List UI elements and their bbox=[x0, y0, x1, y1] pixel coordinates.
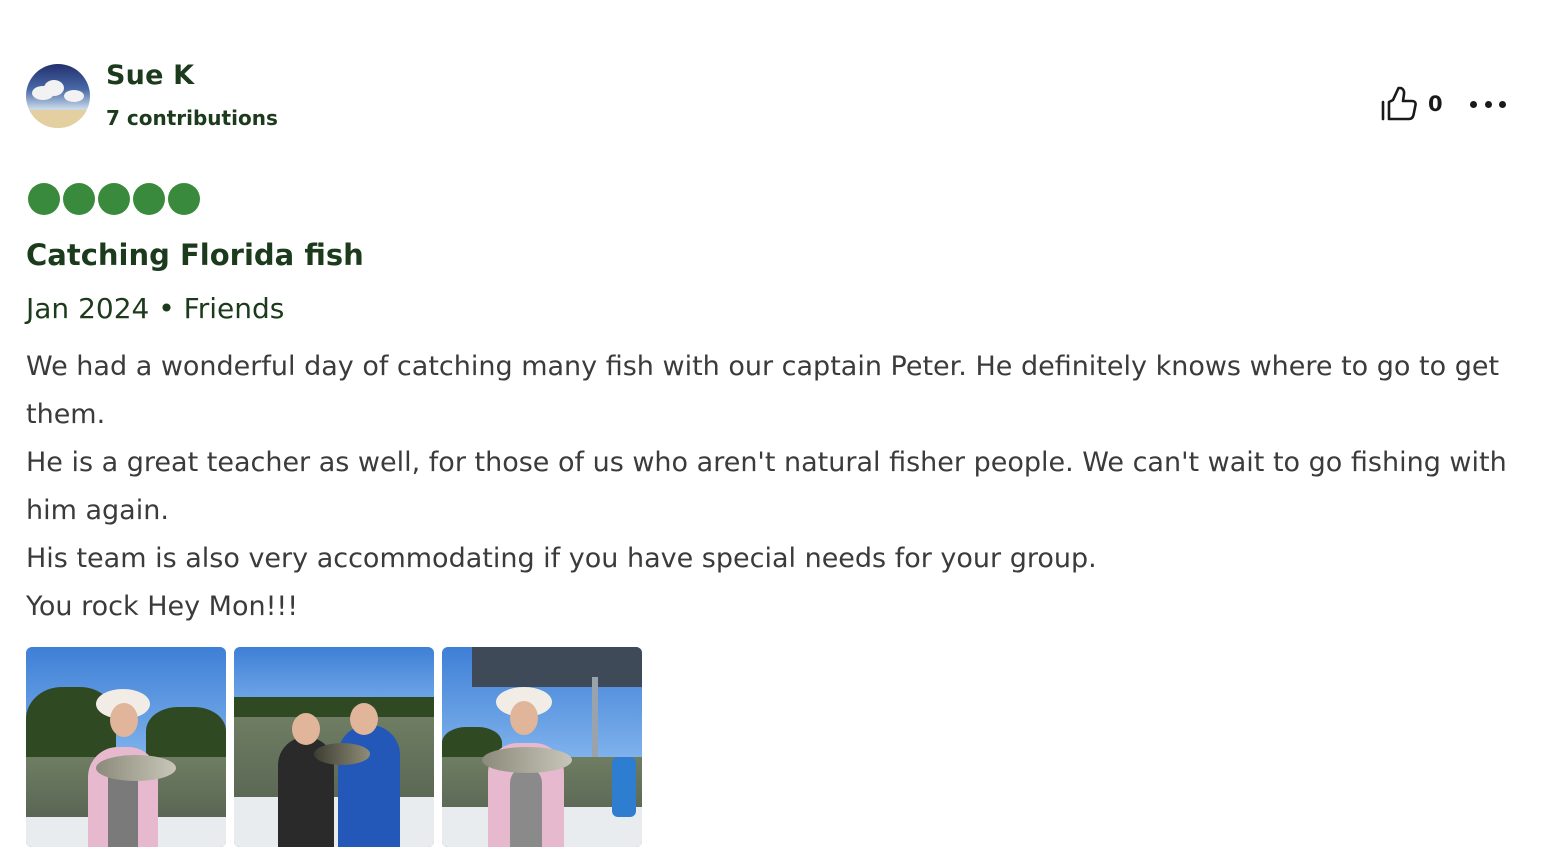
review-paragraph: You rock Hey Mon!!! bbox=[26, 591, 299, 622]
rating-bubble bbox=[133, 183, 165, 215]
review-paragraph: We had a wonderful day of catching many … bbox=[26, 351, 1500, 430]
more-dot bbox=[1470, 100, 1477, 108]
rating-bubble bbox=[28, 183, 60, 215]
review-paragraph: His team is also very accommodating if y… bbox=[26, 543, 1097, 574]
reviewer-contributions: 7 contributions bbox=[106, 106, 278, 130]
thumbs-up-icon bbox=[1381, 86, 1417, 121]
review-title[interactable]: Catching Florida fish bbox=[26, 238, 364, 272]
rating-bubble bbox=[168, 183, 200, 215]
review-photos bbox=[26, 647, 642, 847]
more-dot bbox=[1499, 100, 1506, 108]
review-meta: Jan 2024 • Friends bbox=[26, 292, 285, 325]
rating-bubbles bbox=[28, 183, 200, 215]
review-photo[interactable] bbox=[234, 647, 434, 847]
helpful-vote-button[interactable]: 0 bbox=[1380, 86, 1443, 122]
review-photo[interactable] bbox=[442, 647, 642, 847]
review-card: Sue K 7 contributions 0 Catching Florida… bbox=[26, 0, 1526, 866]
rating-bubble bbox=[98, 183, 130, 215]
review-body: We had a wonderful day of catching many … bbox=[26, 343, 1526, 631]
more-dot bbox=[1484, 100, 1492, 108]
review-paragraph: He is a great teacher as well, for those… bbox=[26, 447, 1507, 526]
reviewer-name[interactable]: Sue K bbox=[106, 60, 194, 91]
more-options-icon[interactable] bbox=[1470, 90, 1506, 118]
review-photo[interactable] bbox=[26, 647, 226, 847]
avatar[interactable] bbox=[26, 64, 90, 128]
rating-bubble bbox=[63, 183, 95, 215]
helpful-count: 0 bbox=[1428, 92, 1443, 116]
